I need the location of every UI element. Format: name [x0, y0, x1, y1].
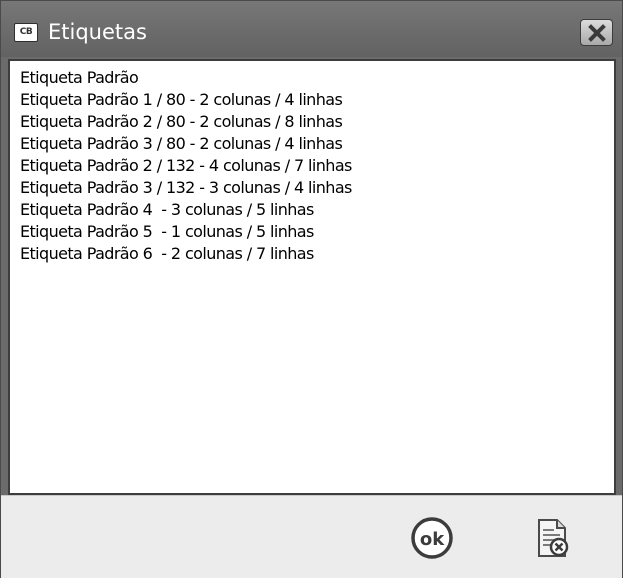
list-item[interactable]: Etiqueta Padrão 1 / 80 - 2 colunas / 4 l… — [20, 89, 610, 111]
label-list-box[interactable]: Etiqueta Padrão Etiqueta Padrão 1 / 80 -… — [8, 59, 616, 495]
list-item[interactable]: Etiqueta Padrão 3 / 80 - 2 colunas / 4 l… — [20, 133, 610, 155]
list-item[interactable]: Etiqueta Padrão 6 - 2 colunas / 7 linhas — [20, 243, 610, 265]
close-icon — [587, 23, 606, 42]
label-list: Etiqueta Padrão Etiqueta Padrão 1 / 80 -… — [20, 67, 610, 489]
title-bar[interactable]: CB Etiquetas — [1, 1, 622, 57]
etiquetas-dialog: CB Etiquetas Etiqueta Padrão Etiqueta Pa… — [0, 0, 623, 578]
app-logo-icon: CB — [14, 23, 38, 42]
button-bar: ok — [1, 495, 622, 578]
list-item[interactable]: Etiqueta Padrão 5 - 1 colunas / 5 linhas — [20, 221, 610, 243]
document-cancel-icon — [538, 519, 569, 557]
close-button[interactable] — [580, 19, 613, 46]
list-item[interactable]: Etiqueta Padrão — [20, 67, 610, 89]
list-item[interactable]: Etiqueta Padrão 3 / 132 - 3 colunas / 4 … — [20, 177, 610, 199]
ok-circle-icon: ok — [411, 517, 453, 559]
ok-button[interactable]: ok — [410, 516, 454, 560]
list-item[interactable]: Etiqueta Padrão 4 - 3 colunas / 5 linhas — [20, 199, 610, 221]
cancel-button[interactable] — [530, 516, 574, 560]
list-item[interactable]: Etiqueta Padrão 2 / 80 - 2 colunas / 8 l… — [20, 111, 610, 133]
list-item[interactable]: Etiqueta Padrão 2 / 132 - 4 colunas / 7 … — [20, 155, 610, 177]
ok-label: ok — [420, 529, 445, 550]
window-title: Etiquetas — [48, 20, 147, 44]
